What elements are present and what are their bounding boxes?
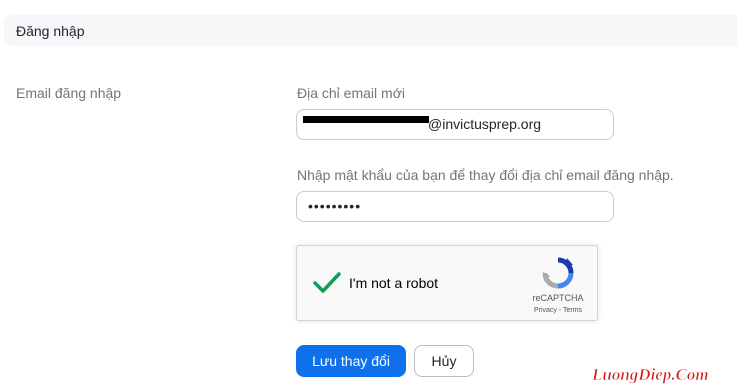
watermark-logo: LuongDiep.Com	[591, 365, 709, 385]
new-email-input[interactable]: @invictusprep.org	[296, 109, 614, 140]
change-email-page: Đăng nhập Email đăng nhập Địa chỉ email …	[0, 0, 737, 391]
checkmark-icon[interactable]	[311, 266, 343, 298]
recaptcha-logo-icon	[542, 257, 574, 289]
new-email-value: @invictusprep.org	[428, 116, 542, 132]
section-title: Đăng nhập	[16, 23, 85, 39]
cancel-button[interactable]: Hủy	[414, 345, 474, 377]
watermark-text: LuongDiep.Com	[591, 365, 709, 384]
email-login-row-label: Email đăng nhập	[16, 85, 122, 101]
save-changes-button[interactable]: Lưu thay đổi	[296, 345, 406, 377]
password-input[interactable]: •••••••••	[296, 191, 614, 222]
recaptcha-label: I'm not a robot	[349, 275, 439, 291]
new-email-label: Địa chỉ email mới	[297, 85, 405, 101]
recaptcha-widget: I'm not a robot reCAPTCHA Privacy - Term…	[296, 245, 598, 321]
section-header: Đăng nhập	[4, 15, 737, 46]
recaptcha-privacy-terms-links[interactable]: Privacy - Terms	[523, 307, 593, 314]
password-hint-label: Nhập mật khẩu của bạn để thay đổi địa ch…	[297, 167, 674, 183]
password-masked-value: •••••••••	[308, 198, 362, 214]
recaptcha-brand: reCAPTCHA	[532, 293, 584, 303]
redaction-bar	[303, 116, 429, 123]
